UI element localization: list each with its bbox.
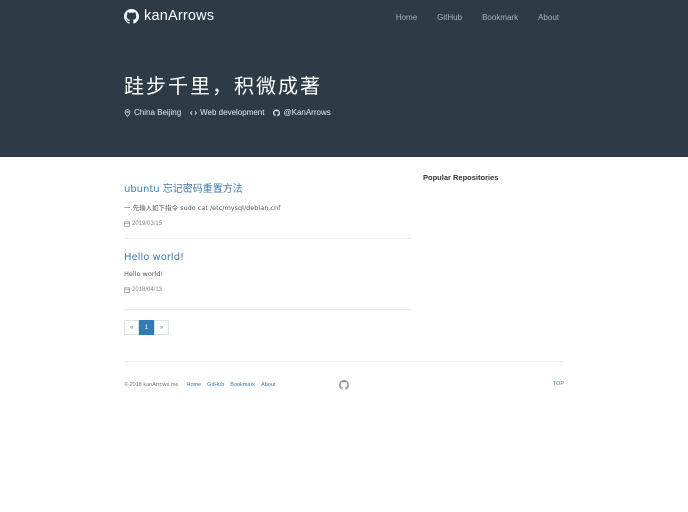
nav-home[interactable]: Home	[396, 13, 417, 22]
post-date: 2018/04/13	[124, 287, 411, 293]
github-handle-text: @KanArrows	[283, 108, 331, 117]
pagination-next-button[interactable]: »	[154, 320, 169, 335]
pagination-page-1[interactable]: 1	[139, 320, 154, 335]
footer-divider	[124, 361, 564, 362]
post-date-text: 2018/04/13	[132, 287, 163, 293]
calendar-icon	[124, 221, 130, 227]
footer-copyright: © 2018 kanArrows.me	[124, 382, 179, 388]
site-footer: © 2018 kanArrows.me Home GitHub Bookmark…	[124, 380, 564, 390]
location-pin-icon	[124, 108, 131, 117]
github-icon	[124, 8, 139, 24]
post-item: ubuntu 忘记密码重置方法 一.先输入如下指令 sudo cat /etc/…	[124, 180, 411, 227]
calendar-icon	[124, 287, 130, 293]
popular-repositories-heading: Popular Repositories	[423, 173, 499, 182]
post-item: Hello world! Hello world! 2018/04/13	[124, 252, 411, 293]
location: China Beijing	[124, 108, 181, 117]
pagination: « 1 »	[124, 320, 169, 335]
github-icon[interactable]	[339, 380, 349, 390]
footer-link-github[interactable]: GitHub	[207, 382, 224, 388]
footer-link-bookmark[interactable]: Bookmark	[230, 382, 255, 388]
code-icon	[190, 110, 198, 115]
pagination-prev-button[interactable]: «	[124, 320, 139, 335]
footer-link-about[interactable]: About	[261, 382, 275, 388]
post-title[interactable]: Hello world!	[124, 252, 411, 263]
footer-link-home[interactable]: Home	[187, 382, 202, 388]
site-tagline: 跬步千里，积微成著	[124, 74, 322, 98]
post-divider	[124, 309, 411, 310]
site-header: kanArrows Home GitHub Bookmark About 跬步千…	[0, 0, 688, 157]
github-handle[interactable]: @KanArrows	[273, 108, 331, 117]
post-title[interactable]: ubuntu 忘记密码重置方法	[124, 180, 411, 195]
nav-about[interactable]: About	[538, 13, 559, 22]
top-nav: Home GitHub Bookmark About	[376, 13, 559, 22]
nav-github[interactable]: GitHub	[437, 13, 462, 22]
site-brand[interactable]: kanArrows	[124, 6, 214, 26]
profile-meta: China Beijing Web development @KanArrows	[124, 108, 340, 117]
brand-name: kanArrows	[144, 8, 215, 24]
post-date-text: 2019/03/15	[132, 221, 163, 227]
back-to-top-link[interactable]: TOP	[553, 381, 564, 387]
post-divider	[124, 238, 411, 239]
post-excerpt: Hello world!	[124, 270, 164, 278]
nav-bookmark[interactable]: Bookmark	[482, 13, 518, 22]
post-excerpt: 一.先输入如下指令 sudo cat /etc/mysql/debian.cnf	[124, 204, 281, 212]
profession-text: Web development	[200, 108, 265, 117]
profession: Web development	[190, 108, 264, 117]
post-date: 2019/03/15	[124, 221, 411, 227]
location-text: China Beijing	[134, 108, 182, 117]
github-icon	[273, 109, 281, 116]
